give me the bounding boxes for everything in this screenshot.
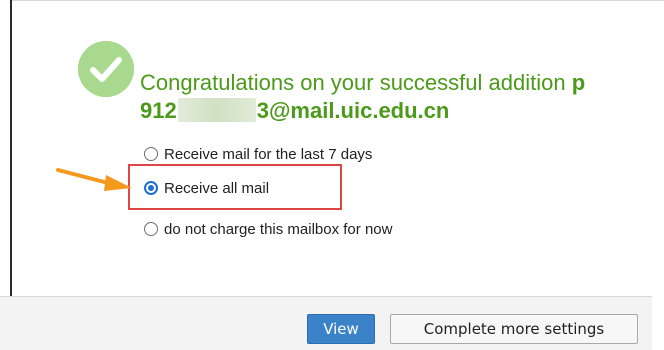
success-title-bold: p bbox=[571, 70, 586, 95]
check-circle-icon bbox=[78, 41, 134, 97]
option-do-not-charge[interactable]: do not charge this mailbox for now bbox=[144, 218, 392, 240]
view-button[interactable]: View bbox=[307, 314, 375, 344]
success-title-text: Congratulations on your successful addit… bbox=[140, 70, 572, 95]
option-label: do not charge this mailbox for now bbox=[164, 220, 393, 238]
selected-option-highlight bbox=[128, 164, 342, 210]
arrow-right-icon bbox=[56, 168, 132, 191]
email-suffix: 3@mail.uic.edu.cn bbox=[256, 98, 450, 123]
complete-more-settings-button[interactable]: Complete more settings bbox=[390, 314, 638, 344]
option-label: Receive mail for the last 7 days bbox=[164, 145, 373, 163]
radio-unchecked[interactable] bbox=[144, 222, 158, 236]
success-email-address: 912 3@mail.uic.edu.cn bbox=[140, 98, 449, 124]
success-title-line1: Congratulations on your successful addit… bbox=[140, 70, 650, 96]
radio-unchecked[interactable] bbox=[144, 147, 158, 161]
redacted-block bbox=[177, 98, 256, 122]
option-last-7-days[interactable]: Receive mail for the last 7 days bbox=[144, 143, 372, 165]
email-prefix: 912 bbox=[140, 98, 177, 123]
